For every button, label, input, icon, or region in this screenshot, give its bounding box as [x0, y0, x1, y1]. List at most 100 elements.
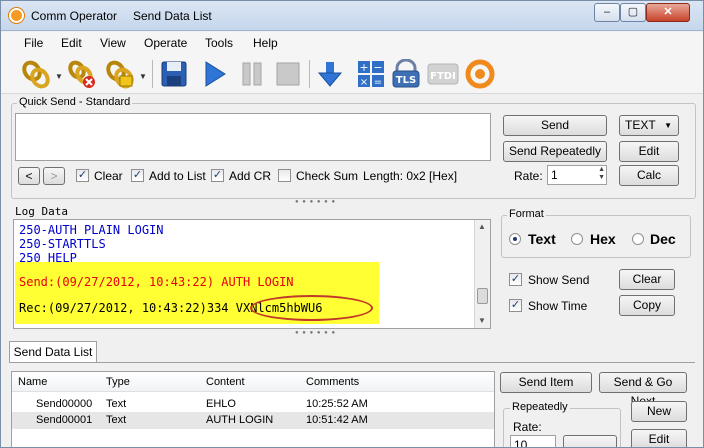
save-icon[interactable] — [159, 59, 189, 89]
connect-dropdown-icon[interactable]: ▼ — [55, 72, 63, 81]
menu-bar: File Edit View Operate Tools Help — [1, 32, 703, 54]
grip-icon: ● ● ● ● ● ● — [295, 199, 337, 205]
row-comments: 10:51:42 AM — [306, 414, 368, 426]
prev-button[interactable]: < — [18, 167, 40, 185]
calculator-icon[interactable]: + − × = — [356, 59, 386, 89]
ftdi-label: FTDI — [430, 71, 456, 82]
log-scrollbar[interactable]: ▲ ▼ — [474, 220, 490, 328]
list-rate-value: 10 — [514, 438, 528, 448]
row-content: AUTH LOGIN — [206, 414, 274, 426]
menu-view[interactable]: View — [100, 36, 126, 50]
send-item-button[interactable]: Send Item — [500, 372, 592, 393]
list-edit-button[interactable]: Edit — [631, 429, 687, 447]
splitter[interactable]: ● ● ● ● ● ● — [1, 330, 703, 336]
edit-button[interactable]: Edit — [619, 141, 679, 162]
chevron-down-icon: ▼ — [664, 121, 672, 130]
check-sum-label: Check Sum — [296, 169, 359, 183]
format-text-label: Text — [528, 231, 556, 247]
splitter[interactable]: ● ● ● ● ● ● — [1, 199, 703, 205]
minimize-button[interactable]: – — [594, 3, 620, 22]
format-hex-radio[interactable] — [571, 233, 583, 245]
menu-file[interactable]: File — [24, 36, 43, 50]
add-cr-label: Add CR — [229, 169, 272, 183]
svg-text:+: + — [359, 61, 368, 74]
spinner-icon[interactable]: ▲ ▼ — [598, 166, 605, 182]
radio-dot — [513, 237, 517, 241]
close-button[interactable]: ✕ — [646, 3, 690, 22]
log-copy-button[interactable]: Copy — [619, 295, 675, 316]
menu-operate[interactable]: Operate — [144, 36, 187, 50]
maximize-button[interactable]: ▢ — [620, 3, 646, 22]
list-rate-input[interactable]: 10 — [510, 435, 556, 448]
row-name: Send00000 — [36, 398, 93, 410]
tls-icon[interactable]: TLS — [391, 58, 421, 89]
menu-tools[interactable]: Tools — [205, 36, 233, 50]
svg-text:=: = — [374, 77, 382, 88]
app-window: Comm Operator Send Data List – ▢ ✕ File … — [0, 0, 704, 448]
connect-chain-icon[interactable] — [21, 59, 51, 89]
list-rate-label: Rate: — [513, 420, 542, 434]
menu-help[interactable]: Help — [253, 36, 278, 50]
toolbar: ▼ ▼ + − × = TLS FTDI — [1, 54, 703, 94]
rate-label: Rate: — [514, 169, 543, 183]
send-go-next-button[interactable]: Send & Go Next — [599, 372, 687, 408]
log-rec-prefix: Rec:(09/27/2012, 10:43:22)334 — [19, 301, 236, 315]
column-content[interactable]: Content — [206, 376, 245, 388]
next-button[interactable]: > — [43, 167, 65, 185]
toolbar-separator — [152, 60, 153, 88]
menu-edit[interactable]: Edit — [61, 36, 82, 50]
ftdi-icon[interactable]: FTDI — [427, 59, 459, 89]
window-title: Comm Operator — [31, 9, 118, 23]
show-send-label: Show Send — [528, 273, 590, 287]
log-send-line: Send:(09/27/2012, 10:43:22) AUTH LOGIN — [19, 275, 294, 289]
show-send-checkbox[interactable]: ✓ — [509, 273, 522, 286]
format-select[interactable]: TEXT ▼ — [619, 115, 679, 136]
scroll-down-icon[interactable]: ▼ — [478, 316, 486, 325]
row-comments: 10:25:52 AM — [306, 398, 368, 410]
app-logo-icon[interactable] — [465, 59, 495, 89]
repeat-send-button[interactable] — [563, 435, 617, 447]
title-bar: Comm Operator Send Data List – ▢ ✕ — [1, 1, 703, 31]
add-to-list-checkbox[interactable]: ✓ — [131, 169, 144, 182]
format-title: Format — [507, 208, 546, 220]
column-comments[interactable]: Comments — [306, 376, 359, 388]
new-button[interactable]: New — [631, 401, 687, 422]
tls-label: TLS — [396, 75, 416, 86]
grip-icon: ● ● ● ● ● ● — [295, 330, 337, 336]
tab-divider — [9, 362, 695, 363]
add-cr-checkbox[interactable]: ✓ — [211, 169, 224, 182]
send-repeatedly-button[interactable]: Send Repeatedly — [503, 141, 607, 162]
pause-icon[interactable] — [237, 59, 267, 89]
download-arrow-icon[interactable] — [315, 59, 345, 89]
row-content: EHLO — [206, 398, 236, 410]
scroll-up-icon[interactable]: ▲ — [478, 222, 486, 231]
tab-send-data-list[interactable]: Send Data List — [9, 341, 97, 363]
show-time-checkbox[interactable]: ✓ — [509, 299, 522, 312]
send-button[interactable]: Send — [503, 115, 607, 136]
table-header — [12, 372, 494, 392]
format-dec-radio[interactable] — [632, 233, 644, 245]
log-clear-button[interactable]: Clear — [619, 269, 675, 290]
play-icon[interactable] — [199, 59, 229, 89]
clear-checkbox[interactable]: ✓ — [76, 169, 89, 182]
document-title: Send Data List — [133, 9, 212, 23]
format-hex-label: Hex — [590, 231, 616, 247]
scroll-thumb[interactable] — [477, 288, 488, 304]
row-name: Send00001 — [36, 414, 93, 426]
log-title: Log Data — [15, 205, 68, 218]
rate-input[interactable]: 1 ▲ ▼ — [547, 165, 607, 185]
column-type[interactable]: Type — [106, 376, 130, 388]
column-name[interactable]: Name — [18, 376, 47, 388]
quick-send-input[interactable] — [15, 113, 491, 161]
calc-button[interactable]: Calc — [619, 165, 679, 186]
repeatedly-title: Repeatedly — [510, 401, 570, 413]
disconnect-chain-icon[interactable] — [67, 59, 97, 89]
clear-label: Clear — [94, 169, 123, 183]
open-chain-icon[interactable] — [105, 59, 135, 89]
format-text-radio[interactable] — [509, 233, 521, 245]
svg-text:−: − — [373, 61, 382, 74]
check-sum-checkbox[interactable] — [278, 169, 291, 182]
log-line: 250-STARTTLS — [19, 237, 106, 251]
open-dropdown-icon[interactable]: ▼ — [139, 72, 147, 81]
stop-icon[interactable] — [273, 59, 303, 89]
